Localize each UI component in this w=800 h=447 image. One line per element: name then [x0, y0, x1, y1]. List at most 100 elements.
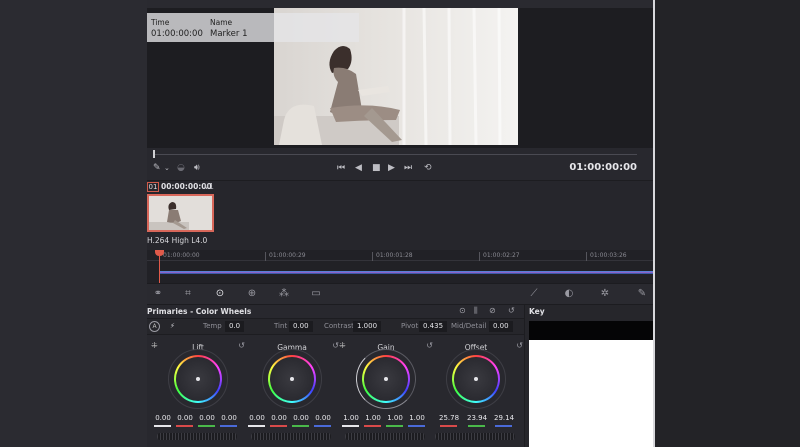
ruler-tick: 01:00:01:28: [372, 252, 413, 261]
gain-master[interactable]: 1.00: [341, 414, 361, 422]
color-page: Time Name 01:00:00:00 Marker 1 ✎ ⌄ ◒ 🔊︎ …: [147, 0, 653, 447]
lift-reset-icon[interactable]: ↺: [238, 341, 245, 350]
contrast-label: Contrast: [324, 322, 354, 330]
color-match-icon[interactable]: ⌗: [181, 288, 195, 300]
lift-red[interactable]: 0.00: [175, 414, 195, 422]
key-title: Key: [529, 307, 545, 316]
chevron-down-icon[interactable]: ⌄: [164, 163, 170, 174]
volume-icon[interactable]: 🔊︎: [194, 163, 200, 174]
gamma-wheel-group: Gamma ↺ 0.00 0.00 0.00 0.00: [245, 341, 339, 445]
offset-blue[interactable]: 29.14: [494, 414, 514, 422]
lift-wheel[interactable]: [174, 355, 222, 403]
viewer[interactable]: Time Name 01:00:00:00 Marker 1: [147, 0, 653, 148]
auto-balance-icon[interactable]: A: [149, 321, 160, 332]
ruler-tick: 01:00:00:29: [265, 252, 306, 261]
step-back-icon[interactable]: ◀︎: [355, 163, 362, 174]
temp-label: Temp: [203, 322, 222, 330]
gain-master-wheel[interactable]: [345, 433, 425, 440]
key-panel: Key: [524, 305, 653, 447]
lift-puck[interactable]: [196, 377, 200, 381]
camera-raw-icon[interactable]: ⚭: [151, 288, 165, 300]
stop-icon[interactable]: ■: [372, 163, 381, 174]
eyedropper-icon[interactable]: ✎: [153, 163, 161, 174]
clip-track: V1: [204, 182, 214, 191]
gain-green[interactable]: 1.00: [385, 414, 405, 422]
play-icon[interactable]: ▶︎: [388, 163, 395, 174]
gain-green-bar: [386, 425, 403, 427]
clip-thumbnail[interactable]: [147, 194, 214, 232]
motion-effects-icon[interactable]: ▭: [309, 288, 323, 300]
offset-master-wheel[interactable]: [435, 433, 515, 440]
clips-strip: 01 00:00:00:00 V1 H.264 High L4.0: [147, 180, 653, 250]
gain-red[interactable]: 1.00: [363, 414, 383, 422]
gamma-master[interactable]: 0.00: [247, 414, 267, 422]
marker-time: 01:00:00:00: [151, 29, 203, 39]
middetail-label: Mid/Detail: [451, 322, 487, 330]
primaries-params: A ⚡︎ Temp 0.0 Tint 0.00 Contrast 1.000 P…: [147, 318, 524, 335]
go-to-start-icon[interactable]: ⏮︎: [337, 163, 345, 174]
temp-value[interactable]: 0.0: [225, 321, 245, 332]
palette-toolbar: ⚭ ⌗ ⊙ ⊕ ⁂ ▭ ⟋ ◐ ✲ ✎: [147, 283, 653, 305]
gamma-red[interactable]: 0.00: [269, 414, 289, 422]
timeline-ruler: 01:00:00:00 01:00:00:29 01:00:01:28 01:0…: [147, 250, 653, 261]
gamma-puck[interactable]: [290, 377, 294, 381]
mini-timeline[interactable]: 01:00:00:00 01:00:00:29 01:00:01:28 01:0…: [147, 250, 653, 283]
curves-icon[interactable]: ⟋: [527, 288, 541, 300]
ruler-tick: 01:00:02:27: [479, 252, 520, 261]
lift-master[interactable]: 0.00: [153, 414, 173, 422]
name-header: Name: [210, 18, 233, 27]
wheels-mode-icon[interactable]: ⊙: [459, 306, 466, 315]
offset-wheel[interactable]: [452, 355, 500, 403]
ruler-tick: 01:00:00:00: [159, 252, 200, 261]
lift-green[interactable]: 0.00: [197, 414, 217, 422]
viewer-top-bar: [147, 0, 653, 8]
right-margin: [653, 0, 800, 447]
gamma-green[interactable]: 0.00: [291, 414, 311, 422]
timeline-clip-bar[interactable]: [159, 271, 653, 274]
gain-puck[interactable]: [384, 377, 388, 381]
mask-icon[interactable]: ◒: [177, 163, 185, 174]
key-preview-black: [529, 321, 653, 340]
lift-blue[interactable]: 0.00: [219, 414, 239, 422]
gamma-reset-icon[interactable]: ↺: [332, 341, 339, 350]
qualifier-icon[interactable]: ✲: [598, 288, 612, 300]
lift-wheel-group: ⁜ Lift ↺ 0.00 0.00 0.00 0.00: [151, 341, 245, 445]
lift-master-wheel[interactable]: [157, 433, 237, 440]
pivot-value[interactable]: 0.435: [419, 321, 448, 332]
rgb-mixer-icon[interactable]: ⁂: [277, 288, 291, 300]
picker-icon[interactable]: ✎: [635, 288, 649, 300]
reset-all-icon[interactable]: ↺: [508, 306, 515, 315]
middetail-value[interactable]: 0.00: [489, 321, 513, 332]
lift-master-bar: [154, 425, 171, 427]
gamma-blue[interactable]: 0.00: [313, 414, 333, 422]
offset-wheel-group: Offset ↺ 25.78 23.94 29.14: [429, 341, 523, 445]
color-warper-icon[interactable]: ◐: [562, 288, 576, 300]
key-preview: [529, 340, 653, 447]
color-wheels-icon[interactable]: ⊙: [213, 288, 227, 300]
bars-mode-icon[interactable]: ⫼: [474, 306, 478, 316]
offset-puck[interactable]: [474, 377, 478, 381]
hdr-wheels-icon[interactable]: ⊕: [245, 288, 259, 300]
clip-codec: H.264 High L4.0: [147, 236, 208, 245]
go-to-end-icon[interactable]: ⏭︎: [404, 163, 412, 174]
gamma-wheel[interactable]: [268, 355, 316, 403]
offset-green-bar: [468, 425, 485, 427]
gamma-blue-bar: [314, 425, 331, 427]
log-mode-icon[interactable]: ⊘: [489, 306, 496, 315]
loop-icon[interactable]: ⟲: [424, 163, 432, 174]
tint-label: Tint: [274, 322, 288, 330]
gain-blue[interactable]: 1.00: [407, 414, 427, 422]
wand-icon[interactable]: ⚡︎: [170, 322, 175, 330]
tint-value[interactable]: 0.00: [289, 321, 313, 332]
primaries-panel: Primaries - Color Wheels ⊙ ⫼ ⊘ ↺ A ⚡︎ Te…: [147, 305, 524, 447]
gain-wheel[interactable]: [362, 355, 410, 403]
offset-green[interactable]: 23.94: [467, 414, 487, 422]
scrub-handle[interactable]: [153, 150, 155, 158]
contrast-value[interactable]: 1.000: [353, 321, 382, 332]
scrub-bar[interactable]: [153, 154, 637, 155]
app-root: Time Name 01:00:00:00 Marker 1 ✎ ⌄ ◒ 🔊︎ …: [0, 0, 800, 447]
offset-red[interactable]: 25.78: [439, 414, 459, 422]
gain-master-bar: [342, 425, 359, 427]
gamma-master-wheel[interactable]: [251, 433, 331, 440]
offset-reset-icon[interactable]: ↺: [516, 341, 523, 350]
